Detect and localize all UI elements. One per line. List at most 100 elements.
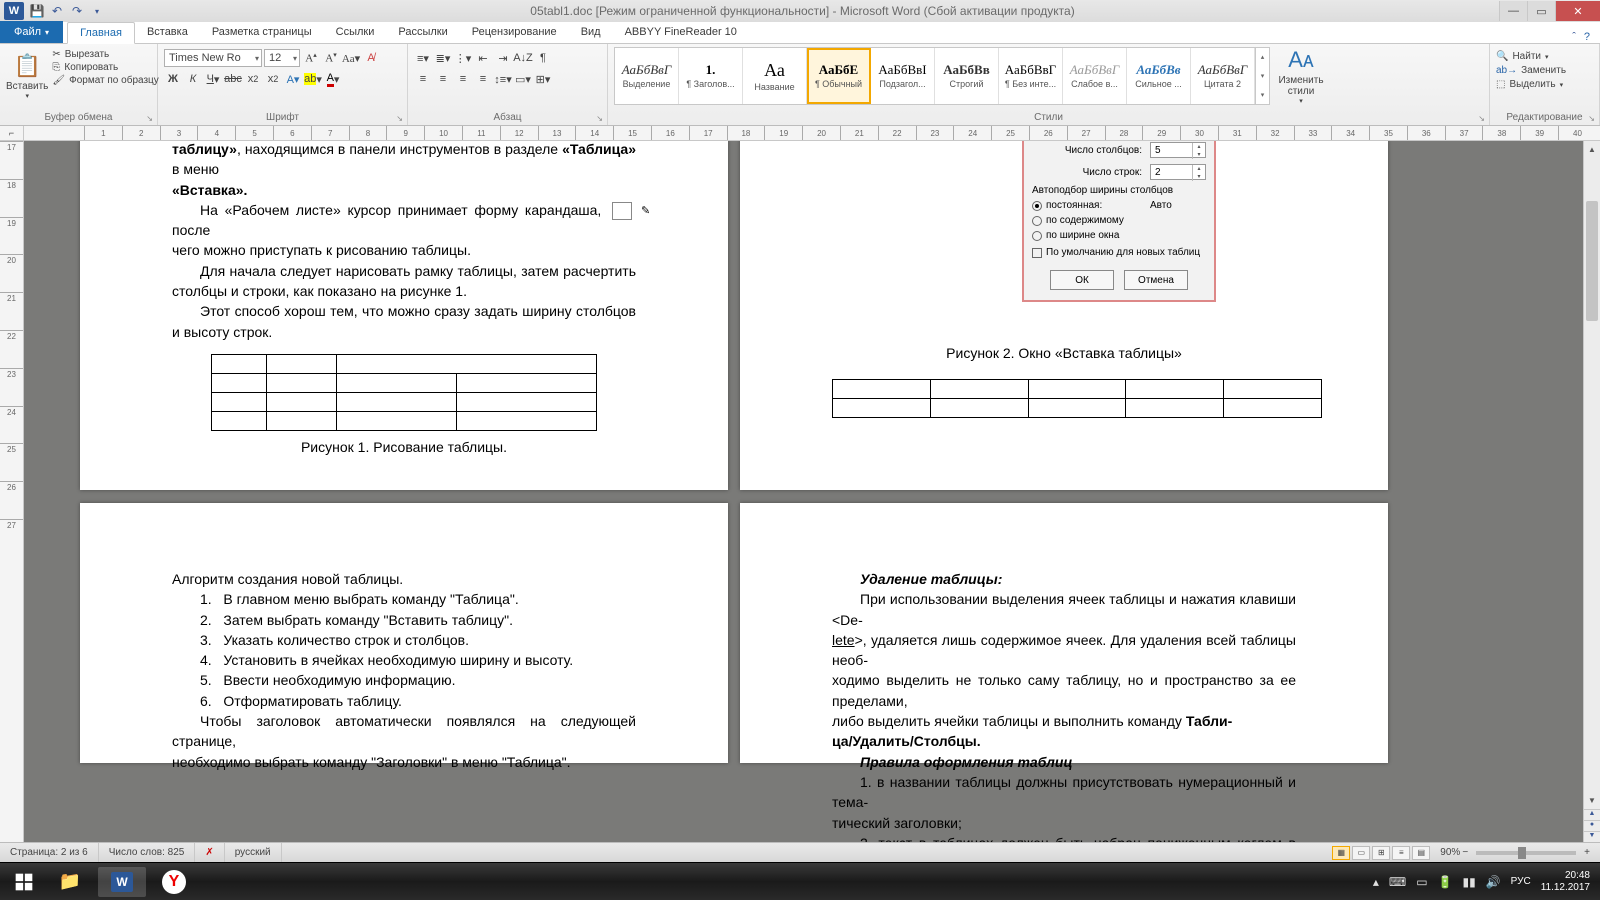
- italic-icon[interactable]: К: [184, 70, 202, 88]
- style-item[interactable]: АаНазвание: [743, 48, 807, 104]
- zoom-out-icon[interactable]: −: [1462, 847, 1468, 858]
- numbering-icon[interactable]: ≣▾: [434, 49, 452, 67]
- view-reading-icon[interactable]: ▭: [1352, 846, 1370, 860]
- zoom-slider[interactable]: [1476, 851, 1576, 855]
- taskbar-word[interactable]: W: [98, 867, 146, 897]
- decrease-indent-icon[interactable]: ⇤: [474, 49, 492, 67]
- style-item[interactable]: АаБбВвГЦитата 2: [1191, 48, 1255, 104]
- view-outline-icon[interactable]: ≡: [1392, 846, 1410, 860]
- scroll-thumb[interactable]: [1586, 201, 1598, 321]
- tab-view[interactable]: Вид: [569, 21, 613, 43]
- change-styles-button[interactable]: Aᴀ Изменить стили ▾: [1274, 47, 1328, 105]
- fixed-width-spinner[interactable]: Авто: [1150, 200, 1206, 211]
- tray-chevron-icon[interactable]: ▴: [1373, 875, 1379, 889]
- tray-keyboard-icon[interactable]: ⌨: [1389, 875, 1406, 889]
- next-page-icon[interactable]: ▼: [1584, 831, 1600, 842]
- help-icon[interactable]: ?: [1584, 31, 1590, 43]
- style-item[interactable]: АаБбВвСтрогий: [935, 48, 999, 104]
- radio-content[interactable]: [1032, 216, 1042, 226]
- style-item[interactable]: 1.¶ Заголов...: [679, 48, 743, 104]
- strikethrough-icon[interactable]: abc: [224, 70, 242, 88]
- taskbar-explorer[interactable]: 📁: [46, 867, 94, 897]
- align-center-icon[interactable]: ≡: [434, 70, 452, 88]
- font-size-combo[interactable]: 12: [264, 49, 300, 67]
- start-button[interactable]: [4, 867, 44, 897]
- superscript-icon[interactable]: x2: [264, 70, 282, 88]
- horizontal-ruler[interactable]: ⌐ 12345678910111213141516171819202122232…: [0, 126, 1600, 141]
- tab-home[interactable]: Главная: [67, 22, 135, 44]
- underline-icon[interactable]: Ч▾: [204, 70, 222, 88]
- close-button[interactable]: ✕: [1555, 1, 1600, 21]
- tab-insert[interactable]: Вставка: [135, 21, 200, 43]
- scroll-down-icon[interactable]: ▼: [1584, 792, 1600, 808]
- gallery-scroll-icon[interactable]: ▴: [1256, 48, 1269, 67]
- minimize-button[interactable]: ―: [1499, 1, 1527, 21]
- align-left-icon[interactable]: ≡: [414, 70, 432, 88]
- status-proofing[interactable]: ✗: [195, 843, 224, 862]
- redo-icon[interactable]: ↷: [68, 2, 86, 20]
- view-print-layout-icon[interactable]: ▦: [1332, 846, 1350, 860]
- replace-button[interactable]: ab→Заменить: [1496, 65, 1566, 76]
- tab-references[interactable]: Ссылки: [324, 21, 387, 43]
- multilevel-icon[interactable]: ⋮▾: [454, 49, 472, 67]
- browse-object-icon[interactable]: ●: [1584, 820, 1600, 831]
- show-marks-icon[interactable]: ¶: [534, 49, 552, 67]
- view-web-icon[interactable]: ⊞: [1372, 846, 1390, 860]
- shrink-font-icon[interactable]: A▾: [322, 49, 340, 67]
- style-item[interactable]: АаБбВвГСлабое в...: [1063, 48, 1127, 104]
- align-right-icon[interactable]: ≡: [454, 70, 472, 88]
- file-tab[interactable]: Файл▾: [0, 21, 63, 43]
- gallery-scroll-icon[interactable]: ▾: [1256, 67, 1269, 86]
- bold-icon[interactable]: Ж: [164, 70, 182, 88]
- zoom-in-icon[interactable]: +: [1584, 847, 1590, 858]
- vertical-scrollbar[interactable]: ▲ ▼ ▲ ● ▼: [1583, 141, 1600, 842]
- tab-finereader[interactable]: ABBYY FineReader 10: [613, 21, 749, 43]
- tray-network-icon[interactable]: ▮▮: [1462, 875, 1475, 889]
- bullets-icon[interactable]: ≡▾: [414, 49, 432, 67]
- view-draft-icon[interactable]: ▤: [1412, 846, 1430, 860]
- style-item[interactable]: АаБбВвСильное ...: [1127, 48, 1191, 104]
- radio-window[interactable]: [1032, 231, 1042, 241]
- styles-gallery[interactable]: АаБбВвГВыделение1.¶ Заголов...АаНазвание…: [614, 47, 1270, 105]
- pages-container[interactable]: таблицу», находящимся в панели инструмен…: [24, 141, 1583, 842]
- select-button[interactable]: ⬚Выделить▾: [1496, 79, 1563, 90]
- style-item[interactable]: АаБбВвГВыделение: [615, 48, 679, 104]
- tray-language[interactable]: РУС: [1511, 876, 1531, 887]
- status-language[interactable]: русский: [225, 843, 282, 862]
- tray-volume-icon[interactable]: 🔊: [1486, 875, 1501, 889]
- restore-button[interactable]: ▭: [1527, 1, 1555, 21]
- format-painter-button[interactable]: 🖌Формат по образцу: [52, 75, 158, 86]
- borders-icon[interactable]: ⊞▾: [534, 70, 552, 88]
- subscript-icon[interactable]: x2: [244, 70, 262, 88]
- tray-resolution-icon[interactable]: ▭: [1416, 875, 1427, 889]
- sort-icon[interactable]: A↓Z: [514, 49, 532, 67]
- paste-button[interactable]: 📋 Вставить ▾: [6, 47, 48, 105]
- tray-clock[interactable]: 20:48 11.12.2017: [1541, 870, 1590, 894]
- change-case-icon[interactable]: Aa▾: [342, 49, 360, 67]
- gallery-scroll-icon[interactable]: ▾: [1256, 85, 1269, 104]
- find-button[interactable]: 🔍Найти▾: [1496, 51, 1549, 62]
- copy-button[interactable]: ⎘Копировать: [52, 62, 158, 73]
- tab-review[interactable]: Рецензирование: [460, 21, 569, 43]
- rows-spinner[interactable]: 2: [1150, 164, 1206, 180]
- shading-icon[interactable]: ▭▾: [514, 70, 532, 88]
- cut-button[interactable]: ✂Вырезать: [52, 49, 158, 60]
- grow-font-icon[interactable]: A▴: [302, 49, 320, 67]
- ok-button[interactable]: ОК: [1050, 270, 1114, 290]
- cols-spinner[interactable]: 5: [1150, 142, 1206, 158]
- text-effects-icon[interactable]: A▾: [284, 70, 302, 88]
- style-item[interactable]: АаБбВвГ¶ Без инте...: [999, 48, 1063, 104]
- cancel-button[interactable]: Отмена: [1124, 270, 1188, 290]
- tray-battery-icon[interactable]: 🔋: [1438, 875, 1453, 889]
- zoom-percent[interactable]: 90%: [1440, 847, 1460, 858]
- status-words[interactable]: Число слов: 825: [99, 843, 196, 862]
- increase-indent-icon[interactable]: ⇥: [494, 49, 512, 67]
- font-color-icon[interactable]: A▾: [324, 70, 342, 88]
- status-page[interactable]: Страница: 2 из 6: [0, 843, 99, 862]
- radio-fixed[interactable]: [1032, 201, 1042, 211]
- minimize-ribbon-icon[interactable]: ˆ: [1572, 31, 1576, 43]
- remember-checkbox[interactable]: [1032, 248, 1042, 258]
- line-spacing-icon[interactable]: ↕≡▾: [494, 70, 512, 88]
- justify-icon[interactable]: ≡: [474, 70, 492, 88]
- clear-formatting-icon[interactable]: A̸: [362, 49, 380, 67]
